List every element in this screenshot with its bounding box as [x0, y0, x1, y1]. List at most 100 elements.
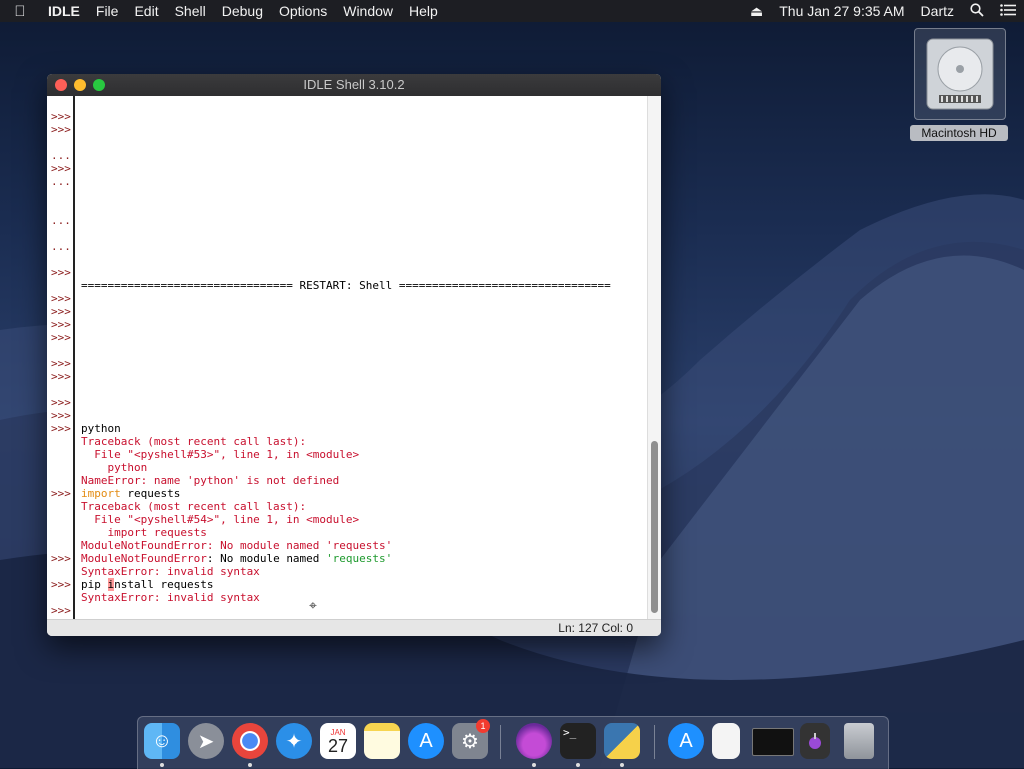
menu-file[interactable]: File	[88, 0, 127, 22]
error-string: 'requests'	[326, 552, 393, 565]
python-file-icon[interactable]	[800, 723, 830, 759]
pip-args: nstall requests	[114, 578, 214, 591]
scrollbar-thumb[interactable]	[651, 441, 658, 613]
running-indicator	[620, 763, 624, 767]
chrome-icon[interactable]	[232, 723, 268, 759]
finder-icon[interactable]: ☺	[144, 723, 180, 759]
cursor-position: Ln: 127 Col: 0	[558, 621, 633, 635]
prompt-marker: >>>	[51, 409, 71, 422]
idle-python-icon[interactable]	[604, 723, 640, 759]
error-message: : No module named	[206, 552, 327, 565]
terminal-icon[interactable]: >_	[560, 723, 596, 759]
prompt-marker: >>>	[51, 162, 71, 175]
restart-banner: ================================ RESTART…	[81, 279, 611, 292]
zoom-button[interactable]	[93, 79, 105, 91]
name-error: NameError: name 'python' is not defined	[81, 474, 340, 487]
minimize-button[interactable]	[74, 79, 86, 91]
prompt-marker: >>>	[51, 357, 71, 370]
close-button[interactable]	[55, 79, 67, 91]
vertical-scrollbar[interactable]	[647, 96, 661, 619]
menu-app-name[interactable]: IDLE	[40, 0, 88, 22]
menu-window[interactable]: Window	[335, 0, 401, 22]
prompt-marker: >>>	[51, 331, 71, 344]
idle-shell-window: IDLE Shell 3.10.2 >>> >>> ... >>> ... ..…	[47, 74, 661, 636]
prompt-gutter: >>> >>> ... >>> ... ... ... >>> >>> >>> …	[47, 96, 75, 619]
prompt-marker: >>>	[51, 552, 71, 565]
prompt-marker: >>>	[51, 370, 71, 383]
dock-separator	[500, 725, 501, 759]
prompt-marker: >>>	[51, 292, 71, 305]
calendar-icon[interactable]: JAN 27	[320, 723, 356, 759]
pip-command: pip	[81, 578, 108, 591]
user-name[interactable]: Dartz	[913, 3, 962, 19]
macintosh-hd-desktop-icon[interactable]: Macintosh HD	[910, 28, 1008, 144]
input-pip-install: pip install requests	[81, 578, 213, 591]
traceback-file: File "<pyshell#54>", line 1, in <module>	[81, 513, 360, 526]
macintosh-hd-label: Macintosh HD	[910, 125, 1008, 141]
traceback-header: Traceback (most recent call last):	[81, 435, 307, 448]
traceback-header: Traceback (most recent call last):	[81, 500, 307, 513]
error-label: ModuleNotFoundError	[81, 552, 207, 565]
syntax-error: SyntaxError: invalid syntax	[81, 565, 260, 578]
applications-folder-icon[interactable]: A	[668, 723, 704, 759]
running-indicator	[248, 763, 252, 767]
prompt-marker: ...	[51, 214, 71, 227]
menu-bar-extras: ⏏ Thu Jan 27 9:35 AM Dartz	[742, 0, 1024, 22]
prompt-marker: >>>	[51, 110, 71, 123]
prompt-marker: >>>	[51, 266, 71, 279]
menu-bar:  IDLE File Edit Shell Debug Options Win…	[0, 0, 1024, 22]
prompt-marker: >>>	[51, 422, 71, 435]
prompt-marker: >>>	[51, 604, 71, 617]
notification-badge: 1	[476, 719, 490, 733]
hard-drive-icon	[914, 28, 1006, 120]
traceback-code: import requests	[81, 526, 207, 539]
shell-editor[interactable]: >>> >>> ... >>> ... ... ... >>> >>> >>> …	[47, 96, 661, 619]
shell-output[interactable]: ================================ RESTART…	[81, 96, 647, 619]
dock-separator	[654, 725, 655, 759]
prompt-marker: >>>	[51, 318, 71, 331]
input-python: python	[81, 422, 121, 435]
syntax-error: SyntaxError: invalid syntax	[81, 591, 260, 604]
app-store-icon[interactable]: A	[408, 723, 444, 759]
prompt-marker: ...	[51, 240, 71, 253]
running-indicator	[532, 763, 536, 767]
eject-icon[interactable]: ⏏	[742, 3, 771, 20]
menu-debug[interactable]: Debug	[214, 0, 271, 22]
prompt-marker: >>>	[51, 578, 71, 591]
dock: ☺ ➤ ✦ JAN 27 A ⚙ 1 >_ A	[137, 716, 889, 769]
running-indicator	[160, 763, 164, 767]
python-launcher-icon[interactable]	[516, 723, 552, 759]
spotlight-search-icon[interactable]	[962, 2, 992, 20]
prompt-marker: >>>	[51, 487, 71, 500]
clock[interactable]: Thu Jan 27 9:35 AM	[771, 3, 912, 19]
menu-help[interactable]: Help	[401, 0, 446, 22]
trash-icon[interactable]	[844, 723, 874, 759]
prompt-marker: >>>	[51, 305, 71, 318]
prompt-marker: ...	[51, 149, 71, 162]
window-titlebar[interactable]: IDLE Shell 3.10.2	[47, 74, 661, 96]
apple-icon[interactable]: 	[0, 3, 40, 20]
import-module: requests	[120, 487, 181, 500]
calendar-day: 27	[327, 735, 349, 756]
import-keyword: import	[81, 487, 121, 500]
status-bar: Ln: 127 Col: 0	[47, 619, 661, 636]
pasted-error-line: ModuleNotFoundError: No module named 're…	[81, 552, 392, 565]
safari-icon[interactable]: ✦	[276, 723, 312, 759]
notification-center-icon[interactable]	[992, 3, 1024, 19]
ibeam-cursor-icon: ⌖	[309, 598, 317, 614]
launchpad-icon[interactable]: ➤	[188, 723, 224, 759]
menu-options[interactable]: Options	[271, 0, 335, 22]
window-title: IDLE Shell 3.10.2	[303, 77, 405, 92]
traceback-code: python	[81, 461, 148, 474]
prompt-marker: >>>	[51, 396, 71, 409]
prompt-marker: ...	[51, 175, 71, 188]
input-import: import requests	[81, 487, 180, 500]
notes-icon[interactable]	[364, 723, 400, 759]
running-indicator	[576, 763, 580, 767]
module-not-found-error: ModuleNotFoundError: No module named 're…	[81, 539, 393, 552]
menu-shell[interactable]: Shell	[167, 0, 214, 22]
traceback-file: File "<pyshell#53>", line 1, in <module>	[81, 448, 360, 461]
window-thumbnail-icon[interactable]	[752, 728, 794, 756]
document-icon[interactable]	[712, 723, 740, 759]
menu-edit[interactable]: Edit	[126, 0, 166, 22]
